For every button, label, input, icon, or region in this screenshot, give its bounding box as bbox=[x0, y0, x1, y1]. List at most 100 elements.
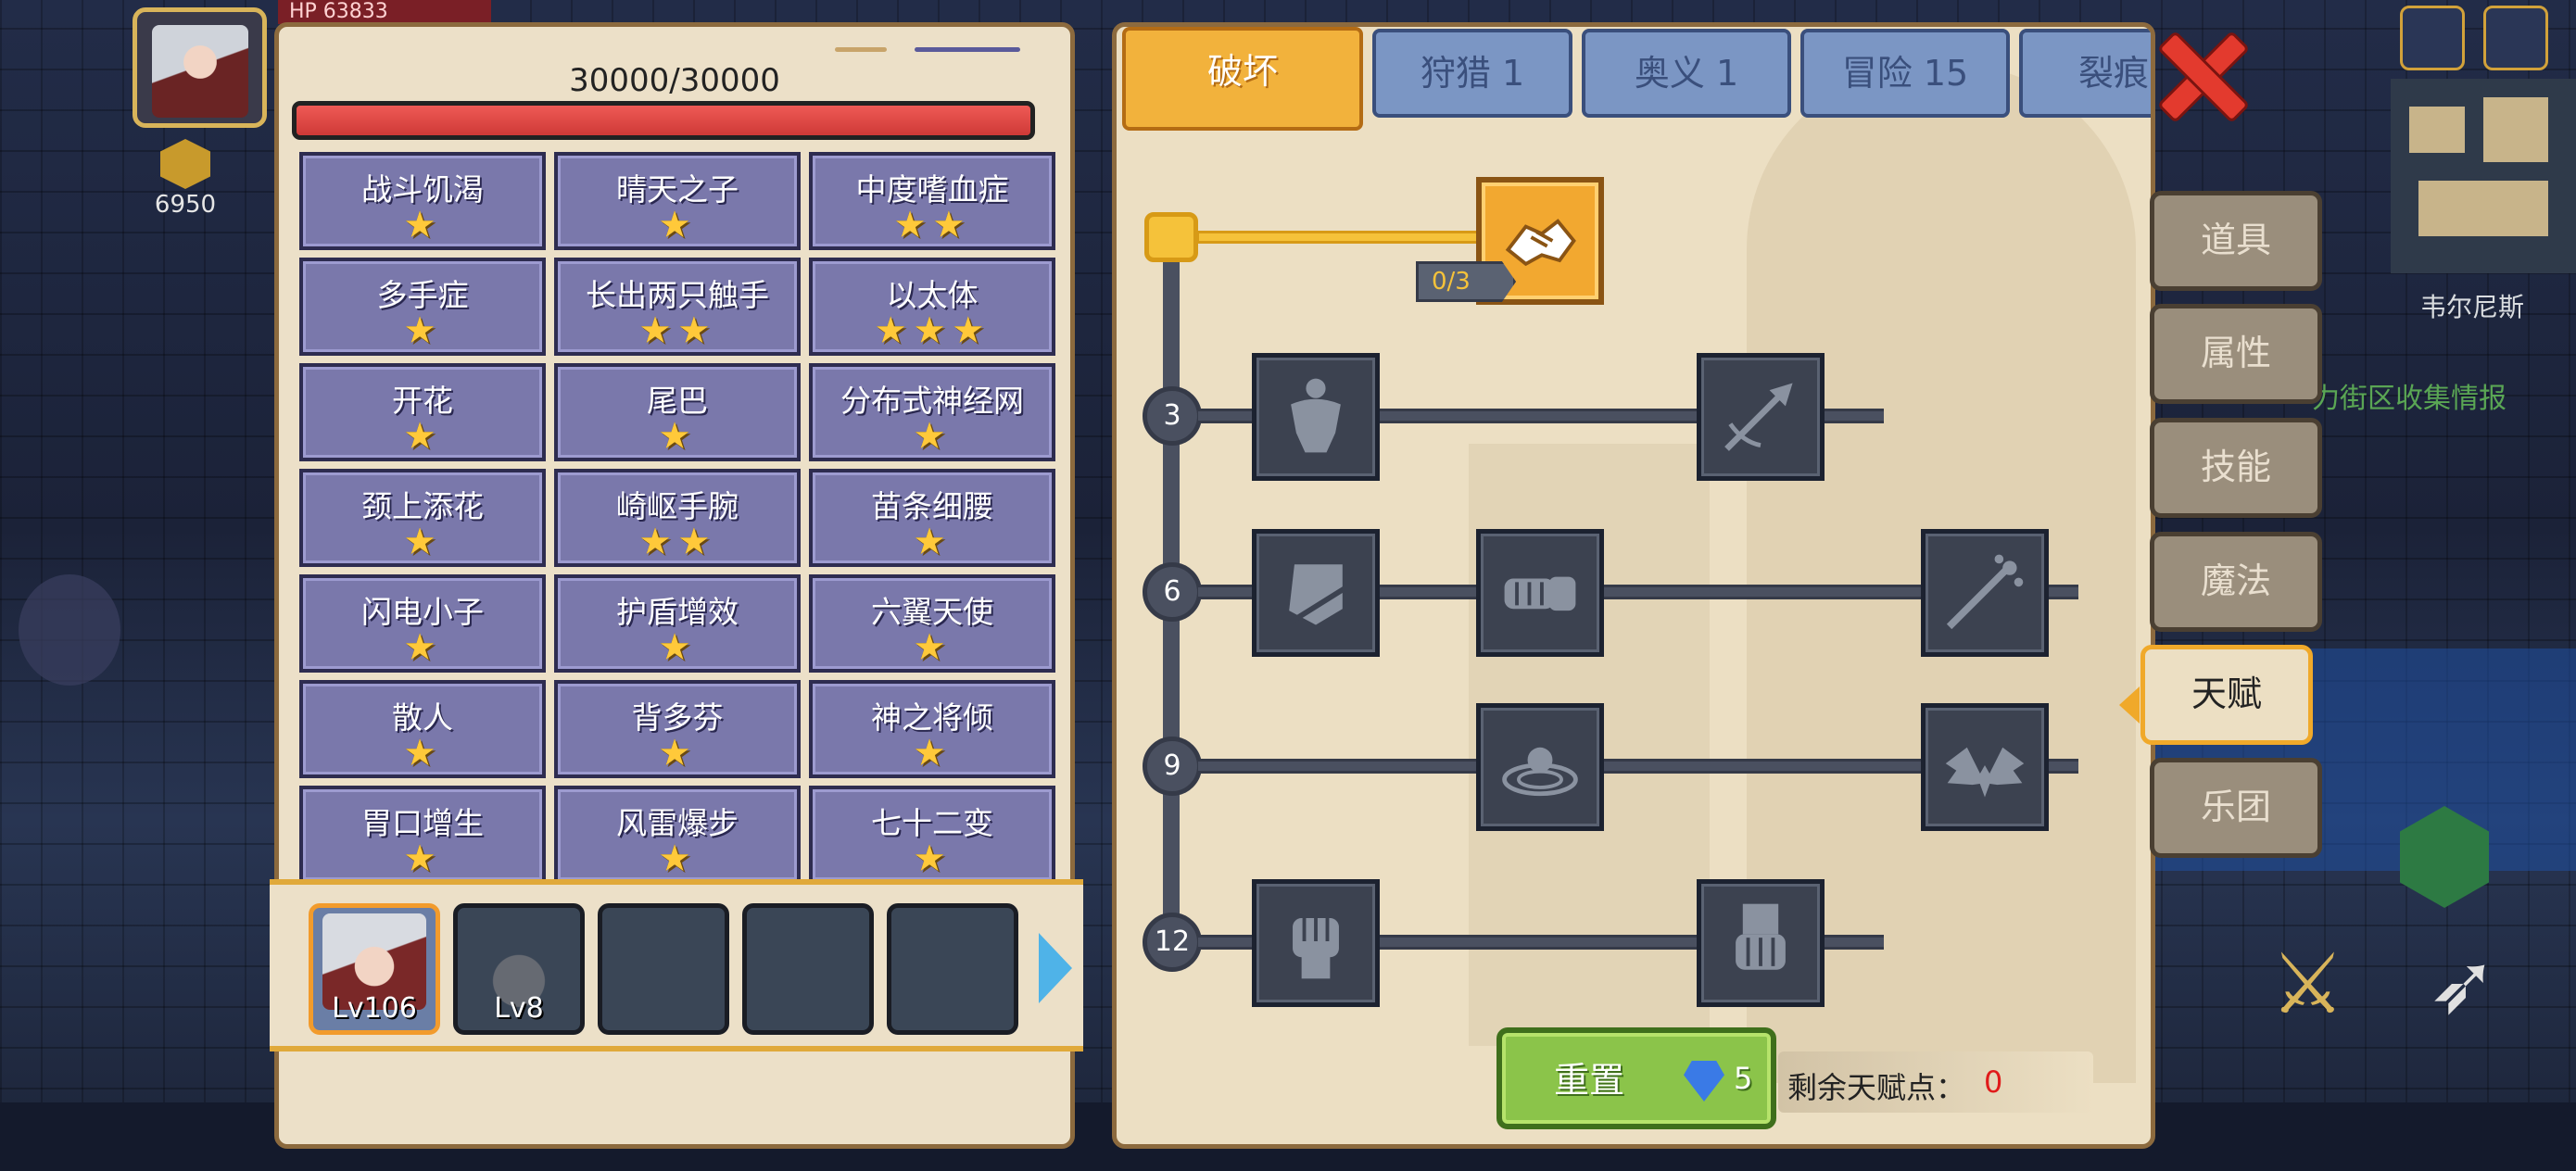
talent-root-branch bbox=[1196, 231, 1493, 244]
trait-cell[interactable]: 颈上添花 ★ bbox=[299, 469, 546, 567]
roster-level: Lv106 bbox=[332, 992, 417, 1025]
punch-icon bbox=[1496, 547, 1585, 639]
talent-node[interactable] bbox=[1252, 879, 1380, 1007]
side-item-items[interactable]: 道具 bbox=[2150, 191, 2322, 291]
trait-stars: ★ bbox=[403, 837, 442, 880]
side-item-talents[interactable]: 天赋 bbox=[2119, 645, 2313, 745]
trait-cell[interactable]: 崎岖手腕 ★★ bbox=[554, 469, 801, 567]
talent-node[interactable] bbox=[1697, 353, 1825, 481]
side-item-label: 天赋 bbox=[2191, 674, 2262, 714]
trait-cell[interactable]: 尾巴 ★ bbox=[554, 363, 801, 461]
tier-level-node: 3 bbox=[1143, 386, 1202, 446]
selected-arrow-icon bbox=[2119, 686, 2140, 724]
talent-node[interactable] bbox=[1252, 353, 1380, 481]
trait-name: 中度嗜血症 bbox=[855, 171, 1009, 208]
avatar bbox=[152, 25, 248, 118]
trait-cell[interactable]: 长出两只触手 ★★ bbox=[554, 258, 801, 356]
talent-node[interactable] bbox=[1476, 703, 1604, 831]
trait-cell[interactable]: 以太体 ★★★ bbox=[809, 258, 1055, 356]
tab-rift[interactable]: 裂痕 bbox=[2019, 29, 2151, 118]
tab-hunting[interactable]: 狩猎 1 bbox=[1372, 29, 1572, 118]
tab-mystery[interactable]: 奥义 1 bbox=[1582, 29, 1791, 118]
splash-strike-icon bbox=[1940, 547, 2029, 639]
roster-slot-empty[interactable] bbox=[598, 903, 729, 1035]
diamond-icon bbox=[1684, 1061, 1724, 1102]
trait-stars: ★ bbox=[658, 732, 697, 774]
trait-stars: ★ bbox=[913, 837, 952, 880]
talent-node[interactable] bbox=[1697, 879, 1825, 1007]
talent-node[interactable] bbox=[1921, 529, 2049, 657]
talent-node[interactable] bbox=[1921, 703, 2049, 831]
trait-stars: ★ bbox=[913, 521, 952, 563]
tier-level-node: 9 bbox=[1143, 737, 1202, 796]
exit-icon[interactable] bbox=[2483, 6, 2548, 70]
gauntlet-icon bbox=[1716, 897, 1805, 989]
roster-next-arrow-icon[interactable] bbox=[1039, 933, 1072, 1003]
tab-destruction[interactable]: 破坏 bbox=[1122, 27, 1363, 131]
close-icon[interactable] bbox=[2155, 30, 2242, 117]
trait-name: 长出两只触手 bbox=[586, 277, 769, 313]
reset-label: 重置 bbox=[1554, 1060, 1625, 1101]
trait-cell[interactable]: 闪电小子 ★ bbox=[299, 574, 546, 673]
hp-bar bbox=[292, 101, 1035, 140]
trait-cell[interactable]: 苗条细腰 ★ bbox=[809, 469, 1055, 567]
trait-cell[interactable]: 胃口增生 ★ bbox=[299, 786, 546, 884]
trait-cell[interactable]: 神之将倾 ★ bbox=[809, 680, 1055, 778]
trait-cell[interactable]: 晴天之子 ★ bbox=[554, 152, 801, 250]
trait-stars: ★★★ bbox=[874, 309, 991, 352]
minimap[interactable] bbox=[2391, 79, 2576, 273]
trait-cell[interactable]: 风雷爆步 ★ bbox=[554, 786, 801, 884]
trait-name: 护盾增效 bbox=[616, 594, 739, 630]
tab-adventure[interactable]: 冒险 15 bbox=[1800, 29, 2010, 118]
side-item-band[interactable]: 乐团 bbox=[2150, 758, 2322, 858]
trait-cell[interactable]: 战斗饥渴 ★ bbox=[299, 152, 546, 250]
trait-name: 多手症 bbox=[376, 277, 469, 313]
roster-slot-empty[interactable] bbox=[742, 903, 874, 1035]
panel-decoration bbox=[835, 47, 1020, 53]
demon-wings-icon bbox=[1940, 721, 2029, 813]
side-item-attributes[interactable]: 属性 bbox=[2150, 304, 2322, 404]
roster-slot[interactable]: Lv106 bbox=[309, 903, 440, 1035]
trait-cell[interactable]: 开花 ★ bbox=[299, 363, 546, 461]
trait-cell[interactable]: 散人 ★ bbox=[299, 680, 546, 778]
trait-stars: ★ bbox=[403, 732, 442, 774]
trait-cell[interactable]: 中度嗜血症 ★★ bbox=[809, 152, 1055, 250]
energy-value: 6950 bbox=[154, 191, 217, 219]
talent-panel: 破坏 狩猎 1 奥义 1 冒险 15 裂痕 3 6 9 12 重置 5 剩余天赋… bbox=[1112, 22, 2155, 1149]
trait-cell[interactable]: 七十二变 ★ bbox=[809, 786, 1055, 884]
tier-level-node: 6 bbox=[1143, 562, 1202, 622]
trait-stars: ★ bbox=[403, 626, 442, 669]
trait-name: 战斗饥渴 bbox=[361, 171, 484, 208]
trait-stars: ★ bbox=[658, 837, 697, 880]
trait-cell[interactable]: 护盾增效 ★ bbox=[554, 574, 801, 673]
roster-slot-empty[interactable] bbox=[887, 903, 1018, 1035]
trait-name: 颈上添花 bbox=[361, 488, 484, 524]
trait-stars: ★ bbox=[913, 415, 952, 458]
character-roster: Lv106 Lv8 bbox=[270, 879, 1083, 1051]
traits-grid: 战斗饥渴 ★ 晴天之子 ★ 中度嗜血症 ★★ 多手症 ★ 长出两只触手 ★★ 以太体 ★★★ 开花 ★ 尾巴… bbox=[299, 152, 1055, 884]
trait-cell[interactable]: 分布式神经网 ★ bbox=[809, 363, 1055, 461]
sword-icon[interactable]: ⚔ bbox=[2270, 936, 2345, 1033]
reset-cost: 5 bbox=[1734, 1061, 1753, 1096]
side-item-magic[interactable]: 魔法 bbox=[2150, 532, 2322, 632]
trait-stars: ★ bbox=[913, 626, 952, 669]
muscle-body-icon bbox=[1271, 371, 1360, 463]
trait-stars: ★★ bbox=[638, 309, 716, 352]
trait-stars: ★★ bbox=[638, 521, 716, 563]
trait-cell[interactable]: 背多芬 ★ bbox=[554, 680, 801, 778]
roster-slot[interactable]: Lv8 bbox=[453, 903, 585, 1035]
bow-icon[interactable]: ➶ bbox=[2428, 936, 2497, 1033]
energy-icon bbox=[160, 139, 210, 189]
side-item-skills[interactable]: 技能 bbox=[2150, 418, 2322, 518]
shield-slash-icon bbox=[1271, 547, 1360, 639]
globe-icon[interactable] bbox=[2400, 6, 2465, 70]
remaining-points-label: 剩余天赋点： bbox=[1787, 1070, 1966, 1105]
talent-node[interactable] bbox=[1252, 529, 1380, 657]
player-portrait[interactable] bbox=[133, 7, 267, 128]
hud-hp-readout: HP 63833 bbox=[278, 0, 491, 24]
talent-node[interactable] bbox=[1476, 529, 1604, 657]
trait-cell[interactable]: 多手症 ★ bbox=[299, 258, 546, 356]
trait-stars: ★ bbox=[658, 626, 697, 669]
trait-cell[interactable]: 六翼天使 ★ bbox=[809, 574, 1055, 673]
reset-talents-button[interactable]: 重置 5 bbox=[1496, 1027, 1776, 1129]
